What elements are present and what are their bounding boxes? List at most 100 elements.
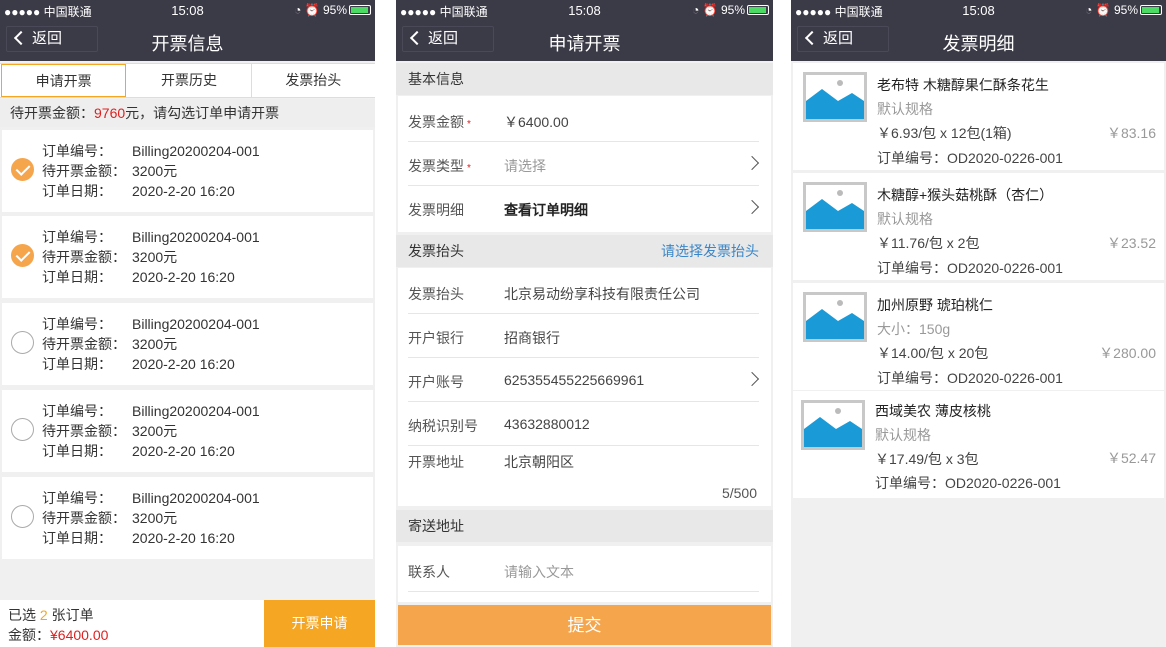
- contact-row[interactable]: 联系人 请输入文本: [408, 548, 759, 592]
- view-order-detail-link[interactable]: 查看订单明细: [504, 200, 588, 220]
- order-checkbox[interactable]: [11, 418, 34, 441]
- invoice-address-row[interactable]: 开票地址 北京朝阳区: [408, 446, 759, 506]
- tab-invoice-history[interactable]: 开票历史: [127, 64, 252, 97]
- product-item[interactable]: 木糖醇+猴头菇桃酥（杏仁） 默认规格 ￥11.76/包 x 2包 ￥23.52 …: [793, 173, 1164, 280]
- invoice-detail-row[interactable]: 发票明细 查看订单明细: [408, 186, 760, 230]
- invoice-detail-screen: ●●●●● 中国联通 15:08 ◔ ⏰ 95% 返回 发票明细 老布特 木糖醇…: [791, 0, 1166, 647]
- account-row[interactable]: 开户账号 625355455225669961: [408, 358, 760, 402]
- header-name-row[interactable]: 发票抬头 北京易动纷享科技有限责任公司: [408, 270, 759, 314]
- account-value[interactable]: 625355455225669961: [504, 372, 644, 388]
- invoice-header-form: 发票抬头 北京易动纷享科技有限责任公司 开户银行 招商银行 开户账号 62535…: [398, 268, 771, 506]
- order-checkbox[interactable]: [11, 244, 34, 267]
- order-checkbox[interactable]: [11, 331, 34, 354]
- order-pending-amount: 待开票金额： 3200元: [42, 510, 178, 526]
- product-order-number: 订单编号：OD2020-0226-001: [877, 260, 1063, 276]
- tax-id-value[interactable]: 43632880012: [504, 416, 590, 432]
- order-date: 订单日期： 2020-2-20 16:20: [42, 356, 235, 372]
- order-date: 订单日期： 2020-2-20 16:20: [42, 269, 235, 285]
- hint-suffix: 元，请勾选订单申请开票: [125, 105, 280, 121]
- chevron-right-icon: [744, 199, 760, 215]
- tax-id-label: 纳税识别号: [408, 418, 478, 434]
- select-invoice-header-link[interactable]: 请选择发票抬头: [661, 235, 759, 267]
- product-spec: 默认规格: [877, 101, 933, 117]
- page-title: 开票信息: [151, 34, 224, 54]
- chevron-right-icon: [744, 155, 760, 171]
- invoice-amount-value: ￥6400.00: [504, 114, 569, 130]
- header-name-value[interactable]: 北京易动纷享科技有限责任公司: [504, 284, 700, 304]
- battery-percent: 95%: [1113, 3, 1138, 17]
- image-placeholder-icon: [803, 72, 867, 122]
- image-placeholder-icon: [801, 400, 865, 450]
- product-price: ￥11.76/包 x 2包: [877, 235, 980, 251]
- battery-icon: [747, 5, 769, 15]
- invoice-type-label: 发票类型 *: [408, 158, 471, 174]
- invoice-info-screen: ●●●●● 中国联通 15:08 ◔ ⏰ 95% 返回 开票信息 申请开票 开票…: [0, 0, 375, 647]
- submit-button[interactable]: 提交: [398, 605, 771, 645]
- invoice-type-select[interactable]: 请选择: [504, 156, 546, 176]
- order-card[interactable]: 订单编号： Billing20200204-001 待开票金额： 3200元 订单日…: [2, 477, 373, 559]
- contact-input[interactable]: 请输入文本: [504, 562, 574, 582]
- selected-amount: 金额：¥6400.00: [8, 627, 109, 643]
- battery-percent: 95%: [322, 3, 347, 17]
- apply-invoice-screen: ●●●●● 中国联通 15:08 ◔ ⏰ 95% 返回 申请开票 基本信息 发票…: [396, 0, 773, 647]
- tax-id-row[interactable]: 纳税识别号 43632880012: [408, 402, 759, 446]
- product-name: 西域美农 薄皮核桃: [875, 403, 991, 419]
- account-label: 开户账号: [408, 374, 464, 390]
- order-pending-amount: 待开票金额： 3200元: [42, 423, 178, 439]
- order-card[interactable]: 订单编号： Billing20200204-001 待开票金额： 3200元 订单日…: [2, 303, 373, 385]
- alarm-icon: ◔ ⏰: [1085, 3, 1111, 17]
- tab-bar: 申请开票 开票历史 发票抬头: [0, 63, 375, 98]
- pending-amount-hint: 待开票金额：9760元，请勾选订单申请开票: [0, 99, 375, 127]
- product-spec: 大小：150g: [877, 321, 951, 337]
- product-price: ￥14.00/包 x 20包: [877, 345, 989, 361]
- invoice-type-row[interactable]: 发票类型 * 请选择: [408, 142, 760, 186]
- invoice-detail-label: 发票明细: [408, 202, 464, 218]
- order-card[interactable]: 订单编号： Billing20200204-001 待开票金额： 3200元 订单日…: [2, 390, 373, 472]
- basic-info-form: 发票金额 * ￥6400.00 发票类型 * 请选择 发票明细 查看订单明细: [398, 96, 771, 232]
- order-checkbox[interactable]: [11, 158, 34, 181]
- nav-bar: 返回 开票信息: [0, 20, 375, 61]
- order-date: 订单日期： 2020-2-20 16:20: [42, 183, 235, 199]
- order-date: 订单日期： 2020-2-20 16:20: [42, 530, 235, 546]
- product-item[interactable]: 加州原野 琥珀桃仁 大小：150g ￥14.00/包 x 20包 ￥280.00…: [793, 283, 1164, 390]
- product-name: 加州原野 琥珀桃仁: [877, 297, 993, 313]
- order-number: 订单编号： Billing20200204-001: [42, 143, 260, 159]
- order-number: 订单编号： Billing20200204-001: [42, 316, 260, 332]
- status-bar: ●●●●● 中国联通 15:08 ◔ ⏰ 95%: [0, 0, 375, 20]
- order-number: 订单编号： Billing20200204-001: [42, 229, 260, 245]
- product-order-number: 订单编号：OD2020-0226-001: [877, 150, 1063, 166]
- battery-icon: [349, 5, 371, 15]
- product-item[interactable]: 老布特 木糖醇果仁酥条花生 默认规格 ￥6.93/包 x 12包(1箱) ￥83…: [793, 63, 1164, 170]
- section-basic-info: 基本信息: [396, 63, 773, 95]
- product-total: ￥280.00: [1099, 345, 1156, 361]
- product-price: ￥6.93/包 x 12包(1箱): [877, 125, 1012, 141]
- order-pending-amount: 待开票金额： 3200元: [42, 249, 178, 265]
- order-card[interactable]: 订单编号： Billing20200204-001 待开票金额： 3200元 订单日…: [2, 216, 373, 298]
- product-total: ￥83.16: [1106, 125, 1156, 141]
- order-pending-amount: 待开票金额： 3200元: [42, 336, 178, 352]
- selection-footer: 已选 2 张订单 金额：¥6400.00 开票申请: [0, 600, 375, 647]
- product-price: ￥17.49/包 x 3包: [875, 451, 979, 467]
- product-item[interactable]: 西域美农 薄皮核桃 默认规格 ￥17.49/包 x 3包 ￥52.47 订单编号…: [793, 391, 1164, 498]
- bank-value[interactable]: 招商银行: [504, 328, 560, 348]
- contact-label: 联系人: [408, 564, 450, 580]
- page-title: 申请开票: [548, 34, 621, 54]
- status-icons: ◔ ⏰ 95%: [1085, 3, 1162, 17]
- order-checkbox[interactable]: [11, 505, 34, 528]
- tab-apply-invoice[interactable]: 申请开票: [1, 64, 127, 97]
- battery-icon: [1140, 5, 1162, 15]
- bank-row[interactable]: 开户银行 招商银行: [408, 314, 759, 358]
- status-icons: ◔ ⏰ 95%: [294, 3, 371, 17]
- product-total: ￥23.52: [1106, 235, 1156, 251]
- order-number: 订单编号： Billing20200204-001: [42, 490, 260, 506]
- product-spec: 默认规格: [877, 211, 933, 227]
- order-card[interactable]: 订单编号： Billing20200204-001 待开票金额： 3200元 订单日…: [2, 130, 373, 212]
- invoice-address-textarea[interactable]: 北京朝阳区: [504, 452, 574, 472]
- alarm-icon: ◔ ⏰: [692, 3, 718, 17]
- apply-invoice-button[interactable]: 开票申请: [264, 600, 375, 647]
- order-date: 订单日期： 2020-2-20 16:20: [42, 443, 235, 459]
- status-icons: ◔ ⏰ 95%: [692, 3, 769, 17]
- tab-invoice-header[interactable]: 发票抬头: [252, 64, 375, 97]
- address-char-counter: 5/500: [721, 485, 757, 501]
- product-order-number: 订单编号：OD2020-0226-001: [877, 370, 1063, 386]
